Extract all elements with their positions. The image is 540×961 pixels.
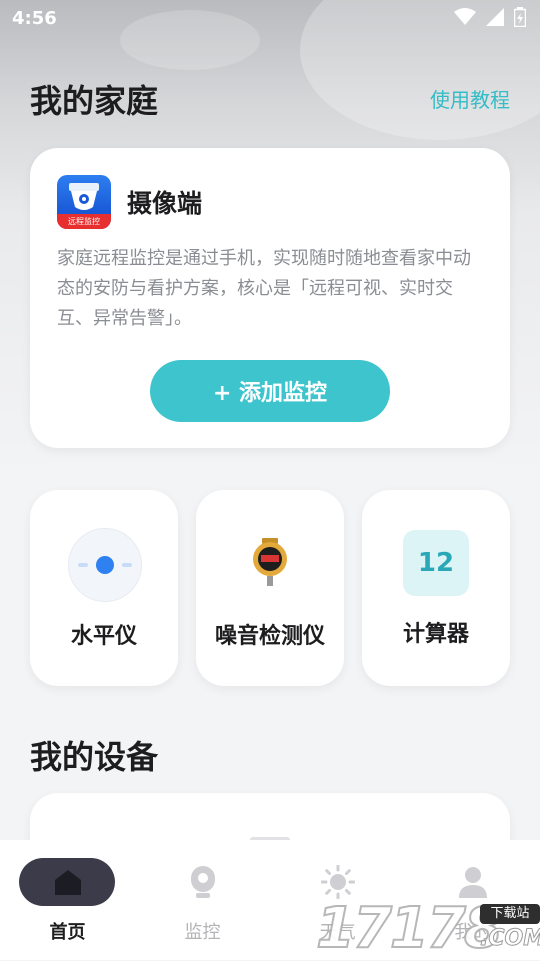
camera-card-description: 家庭远程监控是通过手机，实现随时随地查看家中动态的安防与看护方案，核心是「远程可…	[57, 248, 471, 329]
status-icons	[454, 7, 526, 27]
tool-card-level[interactable]: 水平仪	[30, 490, 178, 686]
tutorial-link[interactable]: 使用教程	[430, 84, 510, 113]
tool-label: 噪音检测仪	[214, 624, 325, 649]
camera-icon	[190, 866, 215, 898]
user-icon	[458, 867, 487, 898]
tab-monitor[interactable]: 监控	[135, 840, 270, 960]
tool-label: 计算器	[402, 622, 469, 647]
cell-signal-icon	[486, 8, 504, 26]
tab-label: 监控	[184, 922, 221, 943]
noise-meter-icon	[253, 538, 287, 586]
app-icon-label: 远程监控	[57, 214, 111, 229]
tool-label: 水平仪	[70, 624, 137, 649]
page-title: 我的家庭	[30, 82, 159, 120]
calculator-icon: 12	[403, 530, 469, 596]
tool-card-noise-meter[interactable]: 噪音检测仪	[196, 490, 344, 686]
watermark-logo: 17178 下载站 .COM	[315, 896, 540, 961]
tab-home[interactable]: 首页	[0, 840, 135, 960]
battery-icon	[514, 7, 526, 27]
sun-icon	[320, 865, 355, 899]
tool-card-calculator[interactable]: 12 计算器	[362, 490, 510, 686]
watermark-badge: 下载站	[480, 904, 540, 924]
devices-section-title: 我的设备	[30, 738, 159, 776]
watermark-suffix: .COM	[479, 926, 540, 952]
wifi-icon	[454, 8, 476, 25]
camera-card: 远程监控 摄像端 家庭远程监控是通过手机，实现随时随地查看家中动态的安防与看护方…	[30, 148, 510, 448]
status-time: 4:56	[12, 8, 57, 29]
camera-card-title: 摄像端	[127, 189, 203, 218]
remote-monitor-app-icon: 远程监控	[57, 175, 111, 229]
watermark-digits: 17178	[315, 896, 504, 961]
tab-label: 首页	[49, 922, 86, 943]
level-icon	[68, 528, 142, 602]
home-icon	[54, 870, 81, 895]
add-monitor-button[interactable]: + 添加监控	[150, 360, 390, 422]
status-bar: 4:56	[0, 0, 540, 36]
